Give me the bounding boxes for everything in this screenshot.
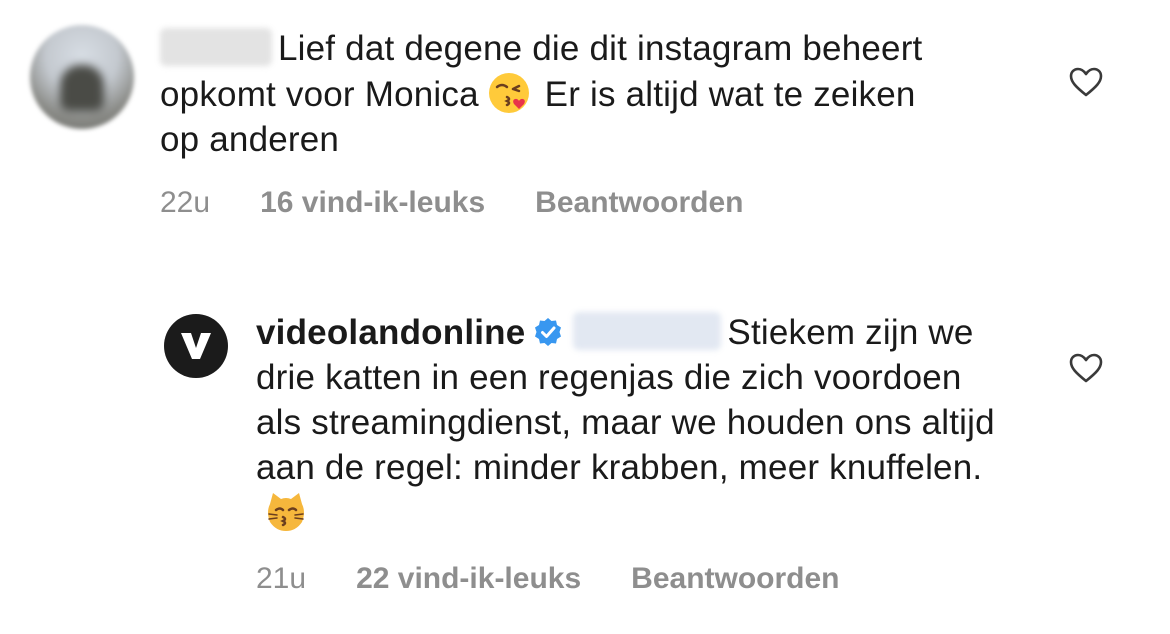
avatar[interactable] (30, 25, 134, 129)
blurred-mention[interactable] (573, 312, 722, 350)
likes-count[interactable]: 16 vind-ik-leuks (260, 186, 485, 220)
timestamp: 22u (160, 186, 211, 219)
comment-item: Lief dat degene die dit instagram beheer… (0, 0, 1170, 260)
likes-count[interactable]: 22 vind-ik-leuks (356, 562, 581, 596)
like-heart-icon[interactable] (1068, 66, 1104, 98)
reply-button[interactable]: Beantwoorden (631, 562, 839, 596)
comment-item: videolandonline Stiekem zijn we drie kat… (0, 260, 1170, 634)
comment-meta: 22u 16 vind-ik-leuks Beantwoorden (160, 186, 744, 220)
like-heart-icon[interactable] (1068, 352, 1104, 384)
videoland-logo-icon (181, 333, 211, 359)
comment-username[interactable]: videolandonline (256, 313, 525, 352)
verified-badge-icon (535, 318, 562, 346)
kissing-face-with-heart-emoji (488, 73, 529, 113)
comment-text: Lief dat degene die dit instagram beheer… (160, 28, 923, 159)
avatar[interactable] (164, 314, 228, 378)
kissing-cat-emoji (268, 493, 304, 531)
reply-button[interactable]: Beantwoorden (535, 186, 743, 220)
blurred-username[interactable] (160, 28, 272, 66)
comment-meta: 21u 22 vind-ik-leuks Beantwoorden (256, 562, 840, 596)
timestamp: 21u (256, 562, 307, 595)
comment-text: videolandonline Stiekem zijn we drie kat… (256, 310, 1016, 536)
